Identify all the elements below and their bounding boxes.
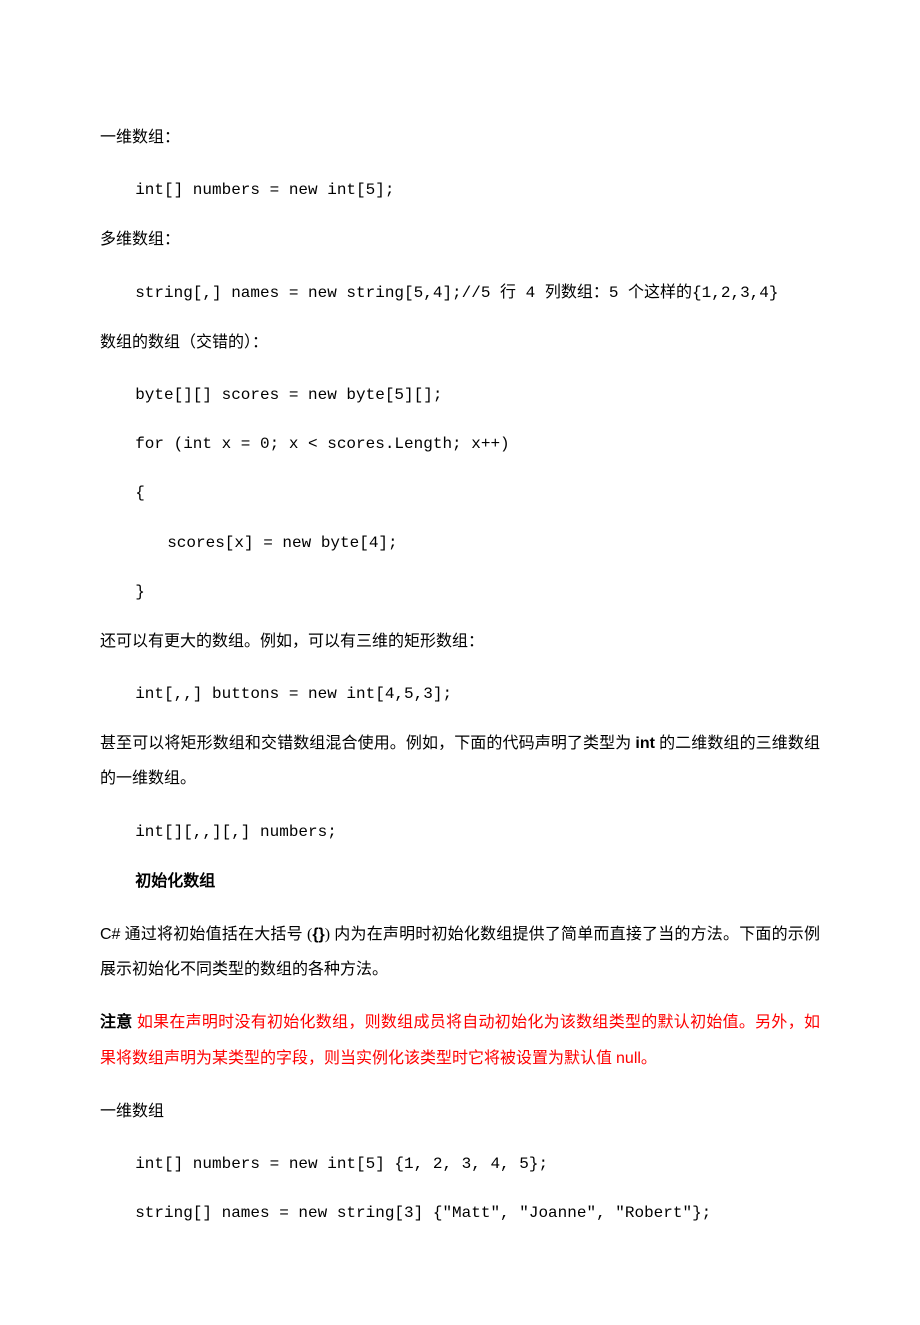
text-csharp: C# [100, 926, 120, 943]
heading-1d-init: 一维数组 [100, 1094, 820, 1129]
heading-init-array: 初始化数组 [100, 864, 820, 899]
code-multi-array: string[,] names = new string[5,4];//5 行 … [100, 276, 820, 311]
note-end: 。 [641, 1050, 657, 1067]
para-mixed-array: 甚至可以将矩形数组和交错数组混合使用。例如，下面的代码声明了类型为 int 的二… [100, 726, 820, 796]
bold-braces: {} [312, 926, 324, 943]
note-text: 如果在声明时没有初始化数组，则数组成员将自动初始化为该数组类型的默认初始值。另外… [100, 1014, 820, 1066]
code-init-1: int[] numbers = new int[5] {1, 2, 3, 4, … [100, 1147, 820, 1182]
code-jagged-1: byte[][] scores = new byte[5][]; [100, 378, 820, 413]
note-label: 注意 [100, 1014, 133, 1031]
code-1d-array: int[] numbers = new int[5]; [100, 173, 820, 208]
code-mixed-array: int[][,,][,] numbers; [100, 815, 820, 850]
heading-jagged-array: 数组的数组（交错的）： [100, 325, 820, 360]
document-page: 一维数组： int[] numbers = new int[5]; 多维数组： … [0, 0, 920, 1325]
code-jagged-2: for (int x = 0; x < scores.Length; x++) [100, 427, 820, 462]
code-jagged-3: { [100, 476, 820, 511]
code-jagged-4: scores[x] = new byte[4]; [100, 526, 820, 561]
para-note: 注意 如果在声明时没有初始化数组，则数组成员将自动初始化为该数组类型的默认初始值… [100, 1005, 820, 1075]
code-init-2: string[] names = new string[3] {"Matt", … [100, 1196, 820, 1231]
code-3d-array: int[,,] buttons = new int[4,5,3]; [100, 677, 820, 712]
bold-int: int [635, 735, 655, 752]
para-bigger-array: 还可以有更大的数组。例如，可以有三维的矩形数组： [100, 624, 820, 659]
text-segment: 通过将初始值括在大括号 ( [120, 926, 312, 943]
code-jagged-5: } [100, 575, 820, 610]
heading-multi-array: 多维数组： [100, 222, 820, 257]
note-null: null [616, 1050, 641, 1067]
text-segment: 甚至可以将矩形数组和交错数组混合使用。例如，下面的代码声明了类型为 [100, 735, 635, 752]
heading-1d-array: 一维数组： [100, 120, 820, 155]
para-init-desc: C# 通过将初始值括在大括号 ({}) 内为在声明时初始化数组提供了简单而直接了… [100, 917, 820, 987]
